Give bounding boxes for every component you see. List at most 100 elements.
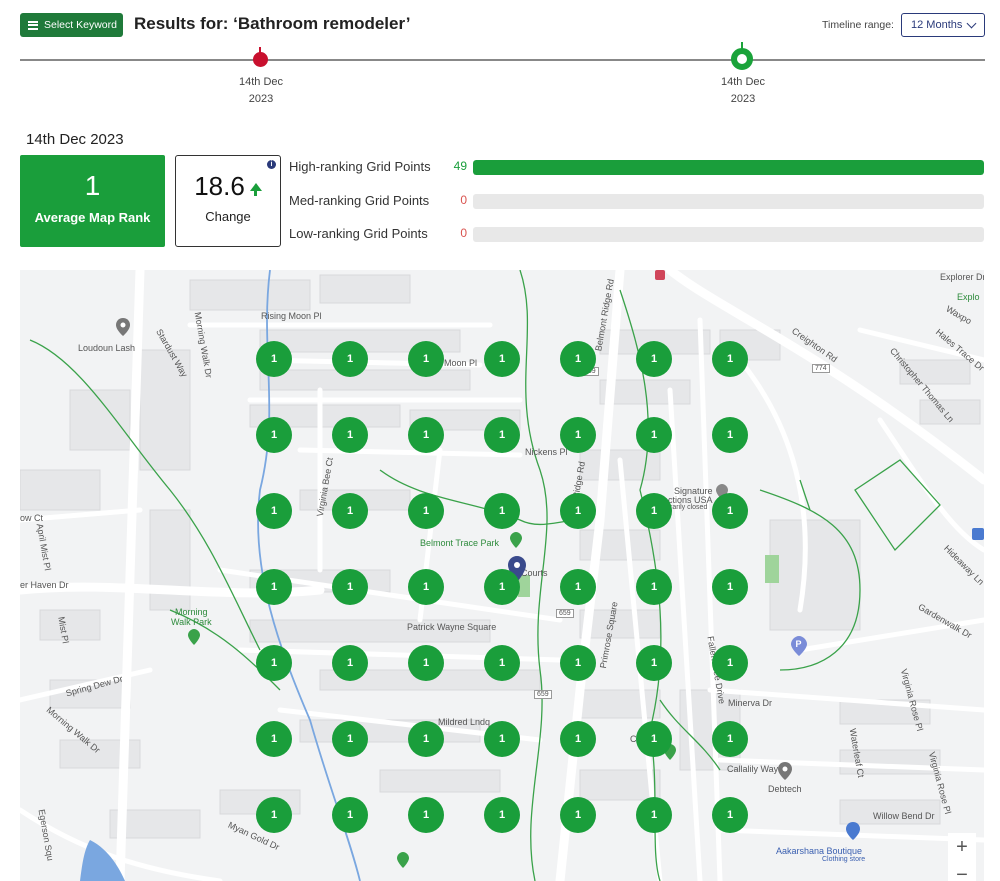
park-pin-icon[interactable] xyxy=(188,629,200,645)
route-shield: 659 xyxy=(556,609,574,618)
grid-point[interactable]: 1 xyxy=(408,493,444,529)
map-label: Mildred Lndq xyxy=(438,717,491,727)
grid-point[interactable]: 1 xyxy=(636,569,672,605)
grid-point[interactable]: 1 xyxy=(408,721,444,757)
grid-point[interactable]: 1 xyxy=(712,569,748,605)
rank-grid-map[interactable]: Loudoun Lash Rising Moon Pl Stardust Way… xyxy=(20,270,984,881)
list-icon xyxy=(28,20,38,30)
grid-point[interactable]: 1 xyxy=(712,721,748,757)
grid-point[interactable]: 1 xyxy=(408,569,444,605)
grid-point[interactable]: 1 xyxy=(560,569,596,605)
map-label: Explorer Dr xyxy=(940,272,984,282)
timeline-track xyxy=(20,59,985,61)
grid-point[interactable]: 1 xyxy=(636,797,672,833)
grid-point[interactable]: 1 xyxy=(636,341,672,377)
grid-points-row-low: Low-ranking Grid Points 0 xyxy=(289,225,989,243)
grid-points-bar xyxy=(473,194,984,209)
grid-point[interactable]: 1 xyxy=(636,721,672,757)
grid-point[interactable]: 1 xyxy=(560,417,596,453)
map-label: Rising Moon Pl xyxy=(261,311,322,321)
grid-point[interactable]: 1 xyxy=(408,341,444,377)
grid-points-row-med: Med-ranking Grid Points 0 xyxy=(289,192,989,210)
grid-point[interactable]: 1 xyxy=(408,417,444,453)
grid-point[interactable]: 1 xyxy=(636,493,672,529)
grid-point[interactable]: 1 xyxy=(332,797,368,833)
grid-point[interactable]: 1 xyxy=(560,721,596,757)
change-value-row: 18.6 xyxy=(176,171,280,202)
grid-point[interactable]: 1 xyxy=(256,797,292,833)
grid-point[interactable]: 1 xyxy=(636,417,672,453)
grid-point[interactable]: 1 xyxy=(408,645,444,681)
grid-point[interactable]: 1 xyxy=(484,417,520,453)
transit-icon xyxy=(655,270,665,280)
map-label: Explo xyxy=(957,292,980,302)
grid-point[interactable]: 1 xyxy=(560,645,596,681)
grid-point[interactable]: 1 xyxy=(332,417,368,453)
route-shield: 774 xyxy=(812,364,830,373)
map-label: er Haven Dr xyxy=(20,580,69,590)
grid-point[interactable]: 1 xyxy=(332,645,368,681)
grid-point[interactable]: 1 xyxy=(484,493,520,529)
map-label: Moon Pl xyxy=(444,358,478,368)
grid-point[interactable]: 1 xyxy=(484,645,520,681)
grid-points-bar xyxy=(473,160,984,175)
map-label: Aakarshana Boutique xyxy=(776,846,863,856)
grid-point[interactable]: 1 xyxy=(484,797,520,833)
map-label: rarily closed xyxy=(670,504,708,511)
grid-point[interactable]: 1 xyxy=(712,797,748,833)
timeline-point-1[interactable] xyxy=(253,47,268,67)
place-pin-icon[interactable] xyxy=(116,318,130,336)
park-pin-icon[interactable] xyxy=(397,852,409,868)
results-title: Results for: ‘Bathroom remodeler’ xyxy=(134,14,411,33)
average-map-rank-card: 1 Average Map Rank xyxy=(20,155,165,247)
grid-point[interactable]: 1 xyxy=(484,569,520,605)
grid-points-row-high: High-ranking Grid Points 49 xyxy=(289,158,989,176)
map-label: ow Ct xyxy=(20,513,44,523)
grid-point[interactable]: 1 xyxy=(560,493,596,529)
select-keyword-button[interactable]: Select Keyword xyxy=(20,13,123,37)
info-icon[interactable]: i xyxy=(267,160,276,169)
timeline-date-1: 14th Dec 2023 xyxy=(231,74,291,108)
parking-pin-icon[interactable]: P xyxy=(791,636,807,656)
grid-point[interactable]: 1 xyxy=(712,493,748,529)
average-map-rank-value: 1 xyxy=(84,170,101,201)
grid-point[interactable]: 1 xyxy=(256,493,292,529)
grid-point[interactable]: 1 xyxy=(484,721,520,757)
grid-points-count: 49 xyxy=(453,159,467,173)
grid-point[interactable]: 1 xyxy=(560,341,596,377)
summary-date: 14th Dec 2023 xyxy=(26,131,124,148)
grid-point[interactable]: 1 xyxy=(712,417,748,453)
grid-points-label: Low-ranking Grid Points xyxy=(289,226,428,241)
grid-point[interactable]: 1 xyxy=(712,645,748,681)
grid-point[interactable]: 1 xyxy=(408,797,444,833)
grid-point[interactable]: 1 xyxy=(636,645,672,681)
grid-point[interactable]: 1 xyxy=(256,569,292,605)
grid-point[interactable]: 1 xyxy=(256,645,292,681)
chevron-down-icon xyxy=(966,18,977,28)
grid-point[interactable]: 1 xyxy=(332,569,368,605)
grid-point[interactable]: 1 xyxy=(256,417,292,453)
park-pin-icon[interactable] xyxy=(510,532,522,548)
grid-points-label: High-ranking Grid Points xyxy=(289,159,431,174)
grid-point[interactable]: 1 xyxy=(256,721,292,757)
zoom-in-button[interactable]: + xyxy=(948,833,976,861)
map-label: Walk Park xyxy=(171,617,212,627)
grid-point[interactable]: 1 xyxy=(332,341,368,377)
timeline-point-2[interactable] xyxy=(731,42,753,70)
timeline-date-1-line1: 14th Dec xyxy=(238,76,284,88)
place-pin-icon[interactable] xyxy=(778,762,792,780)
grid-point[interactable]: 1 xyxy=(332,721,368,757)
zoom-out-button[interactable]: − xyxy=(948,861,976,881)
map-label: Morning xyxy=(175,607,208,617)
map-label: Willow Bend Dr xyxy=(873,811,935,821)
average-map-rank-label: Average Map Rank xyxy=(34,210,151,225)
timeline-range-value: 12 Months xyxy=(911,19,963,31)
grid-point[interactable]: 1 xyxy=(256,341,292,377)
shopping-pin-icon[interactable] xyxy=(846,822,860,840)
grid-point[interactable]: 1 xyxy=(712,341,748,377)
timeline-range-select[interactable]: 12 Months xyxy=(901,13,985,37)
grid-point[interactable]: 1 xyxy=(332,493,368,529)
grid-point[interactable]: 1 xyxy=(560,797,596,833)
grid-point[interactable]: 1 xyxy=(484,341,520,377)
timeline-date-2: 14th Dec 2023 xyxy=(713,74,773,108)
